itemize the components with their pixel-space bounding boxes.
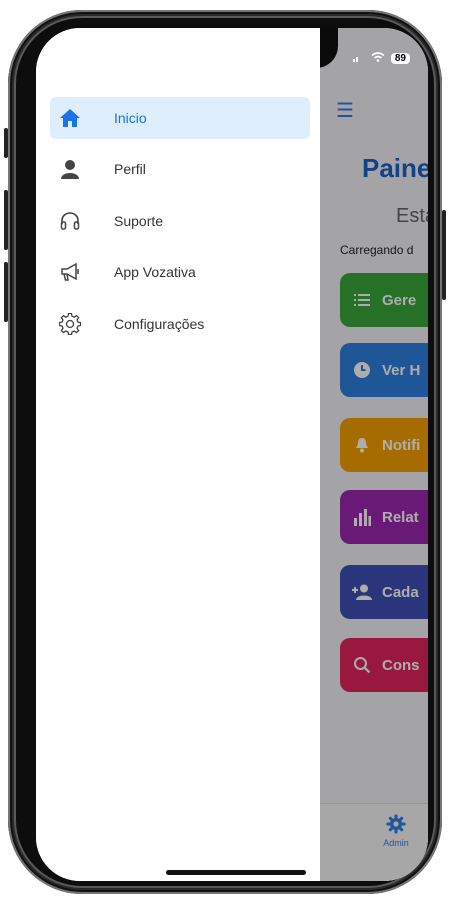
headphones-icon	[58, 209, 82, 233]
drawer-item-label: App Vozativa	[114, 264, 196, 280]
signal-icon	[352, 52, 365, 65]
home-icon	[58, 106, 82, 130]
drawer-item-configuracoes[interactable]: Configurações	[50, 303, 310, 345]
volume-up-button	[4, 190, 8, 250]
drawer-item-perfil[interactable]: Perfil	[50, 148, 310, 190]
drawer-item-label: Inicio	[114, 110, 147, 126]
gear-icon	[58, 312, 82, 336]
wifi-icon	[371, 52, 385, 65]
power-button	[442, 210, 446, 300]
battery-indicator: 89	[390, 53, 410, 64]
person-icon	[58, 157, 82, 181]
drawer-item-label: Suporte	[114, 213, 164, 229]
drawer-item-label: Configurações	[114, 316, 205, 332]
volume-down-button	[4, 262, 8, 322]
home-indicator	[166, 870, 306, 875]
status-bar: 89	[352, 52, 410, 65]
phone-screen: ☰ Paine Esta Carregando d Gere Ver H Not…	[36, 28, 428, 881]
silent-switch	[4, 128, 8, 158]
drawer-item-label: Perfil	[114, 161, 146, 177]
drawer-item-app-vozativa[interactable]: App Vozativa	[50, 251, 310, 293]
drawer-item-suporte[interactable]: Suporte	[50, 200, 310, 242]
megaphone-icon	[58, 260, 82, 284]
navigation-drawer: Inicio Perfil Suporte App Vozativa Confi…	[36, 28, 320, 881]
drawer-item-inicio[interactable]: Inicio	[50, 97, 310, 139]
